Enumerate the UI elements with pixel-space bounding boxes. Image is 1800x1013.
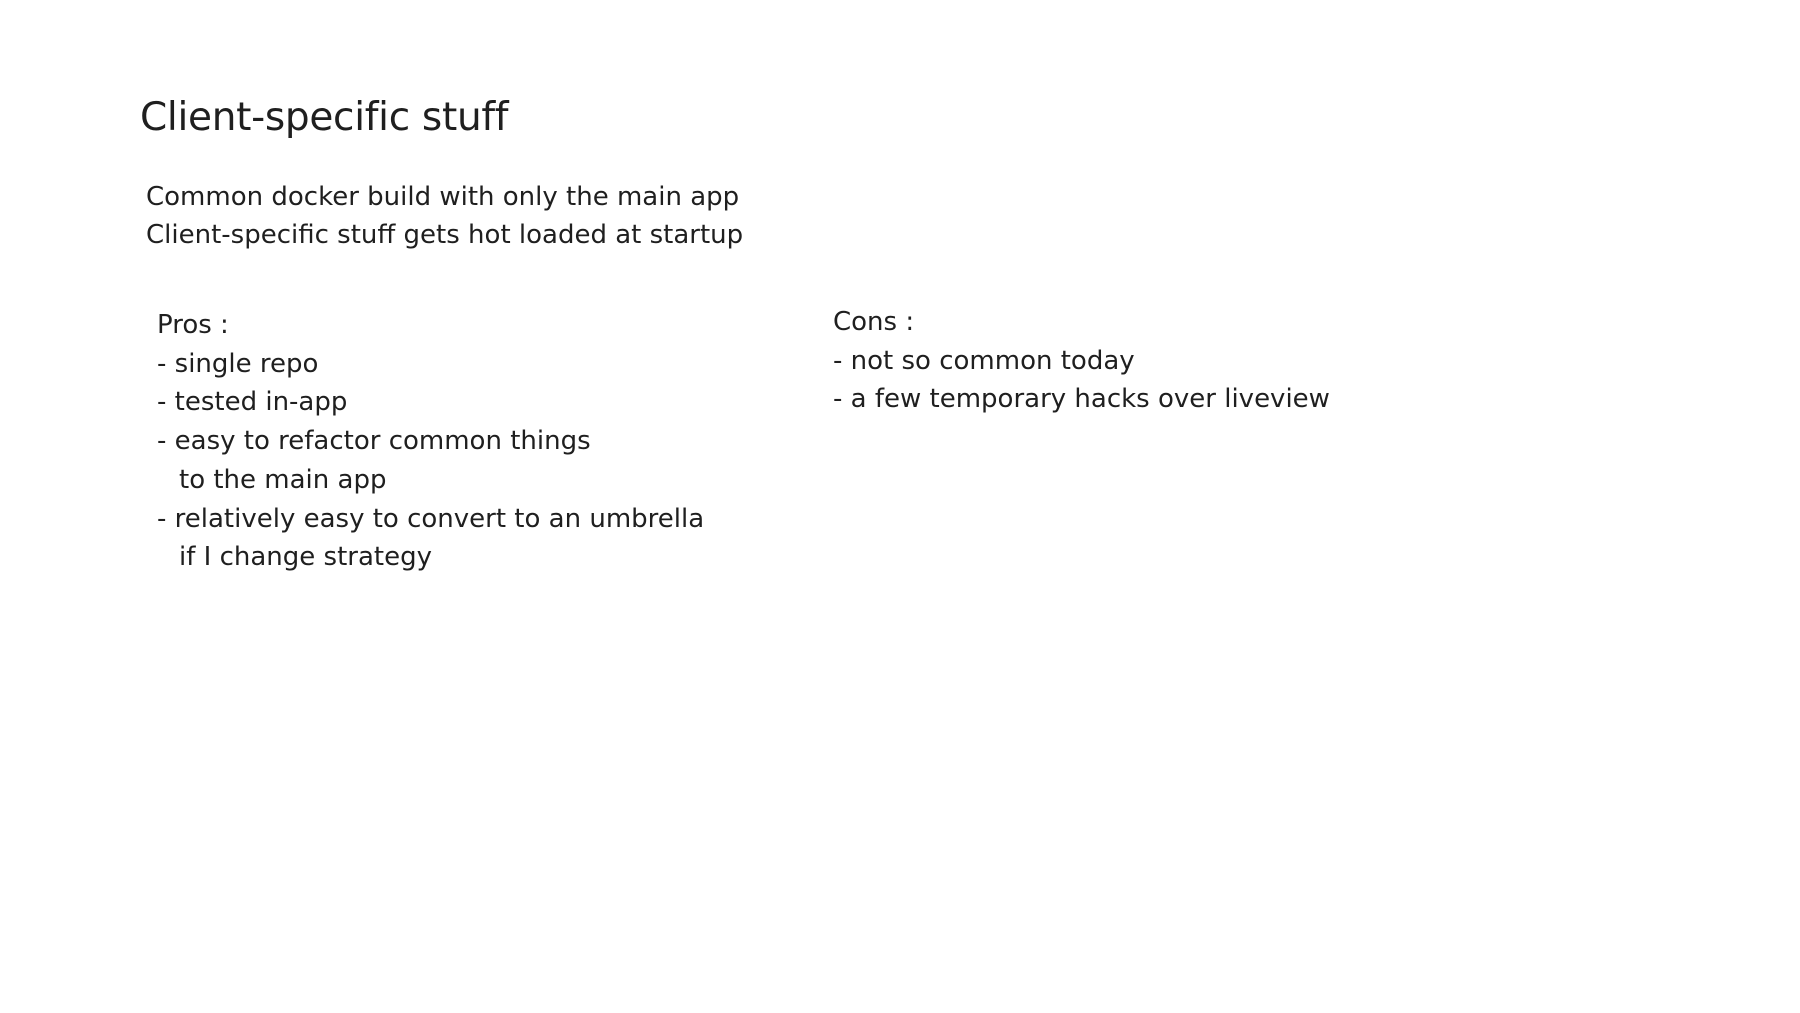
pros-item: - single repo [157,345,704,384]
pros-list: Pros : - single repo - tested in-app - e… [157,306,704,577]
pros-item: - easy to refactor common things to the … [157,422,704,499]
pros-item-text: - single repo [157,348,319,379]
cons-item-text: - a few temporary hacks over liveview [833,384,1330,415]
cons-list: Cons : - not so common today - a few tem… [833,303,1330,419]
cons-heading: Cons : [833,307,915,337]
pros-item-text: - easy to refactor common things [157,426,591,457]
slide: Client-specific stuff Common docker buil… [0,0,1800,1013]
pros-heading: Pros : [157,310,229,340]
pros-item-continuation: if I change strategy [179,542,432,573]
cons-item: - a few temporary hacks over liveview [833,380,1330,419]
pros-item: - tested in-app [157,383,704,422]
slide-title: Client-specific stuff [140,95,509,140]
pros-item: - relatively easy to convert to an umbre… [157,500,704,577]
pros-item-continuation: to the main app [179,464,387,495]
intro-line: Common docker build with only the main a… [146,182,740,212]
intro-text: Common docker build with only the main a… [146,178,743,254]
pros-item-text: - relatively easy to convert to an umbre… [157,503,705,534]
cons-item: - not so common today [833,342,1330,381]
intro-line: Client-specific stuff gets hot loaded at… [146,220,744,250]
pros-item-text: - tested in-app [157,387,348,418]
cons-item-text: - not so common today [833,345,1135,376]
